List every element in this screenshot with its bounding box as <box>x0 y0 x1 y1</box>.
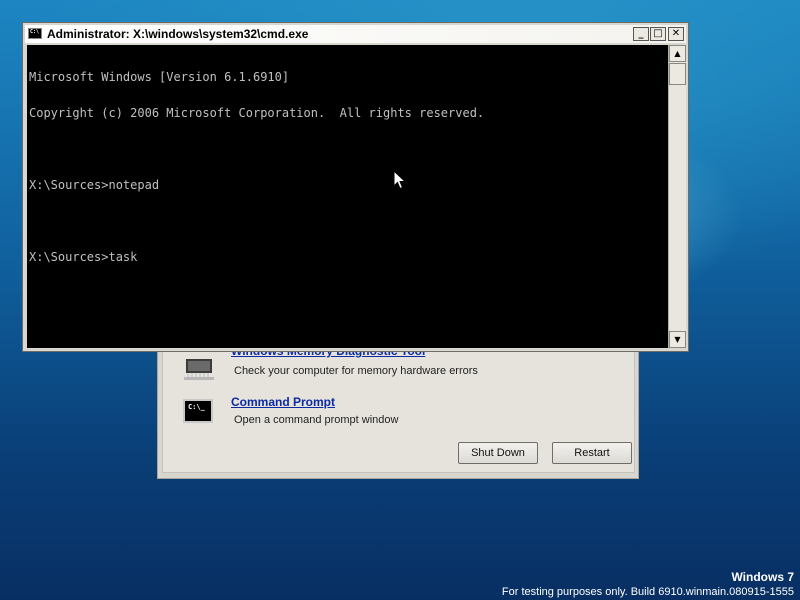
command-prompt-description: Open a command prompt window <box>234 414 399 426</box>
scroll-up-button[interactable]: ▲ <box>669 45 686 62</box>
command-prompt-icon-text: C:\_ <box>188 403 205 411</box>
command-prompt-link[interactable]: Command Prompt <box>231 395 335 409</box>
shut-down-button[interactable]: Shut Down <box>458 442 538 464</box>
windows-brand-text: Windows 7 <box>731 570 794 584</box>
build-info-text: For testing purposes only. Build 6910.wi… <box>501 586 794 598</box>
scroll-down-button[interactable]: ▼ <box>669 331 686 348</box>
close-icon: ✕ <box>671 28 681 39</box>
maximize-button[interactable]: □ <box>650 27 666 41</box>
system-recovery-dialog: Windows Memory Diagnostic Tool Check you… <box>157 340 639 479</box>
cmd-app-icon[interactable]: C:\ <box>28 28 42 39</box>
mouse-pointer-icon <box>393 170 407 190</box>
restart-button[interactable]: Restart <box>552 442 632 464</box>
cmd-title-bar[interactable]: C:\ Administrator: X:\windows\system32\c… <box>25 25 686 43</box>
cmd-window-title: Administrator: X:\windows\system32\cmd.e… <box>47 27 309 41</box>
memory-chip-icon[interactable] <box>183 351 215 383</box>
vertical-scrollbar[interactable]: ▲ ▼ <box>668 45 686 348</box>
console-line: Microsoft Windows [Version 6.1.6910] <box>29 70 290 84</box>
close-button[interactable]: ✕ <box>668 27 684 41</box>
recovery-tools-panel: Windows Memory Diagnostic Tool Check you… <box>162 341 635 473</box>
build-watermark: Windows 7 For testing purposes only. Bui… <box>502 570 794 598</box>
console-line: Copyright (c) 2006 Microsoft Corporation… <box>29 106 485 120</box>
scroll-up-arrow-icon: ▲ <box>674 49 681 58</box>
console-line: X:\Sources>task <box>29 250 138 264</box>
scroll-down-arrow-icon: ▼ <box>674 335 681 344</box>
console-line: X:\Sources>notepad <box>29 178 160 192</box>
maximize-icon: □ <box>653 28 663 39</box>
cmd-window[interactable]: C:\ Administrator: X:\windows\system32\c… <box>22 22 689 352</box>
scrollbar-thumb[interactable] <box>669 63 686 85</box>
console-output[interactable]: Microsoft Windows [Version 6.1.6910] Cop… <box>27 45 668 348</box>
cmd-app-icon-text: C:\ <box>30 29 40 35</box>
command-prompt-icon[interactable]: C:\_ <box>183 399 213 423</box>
memory-diagnostic-description: Check your computer for memory hardware … <box>234 365 478 377</box>
minimize-icon: _ <box>638 28 644 39</box>
minimize-button[interactable]: _ <box>633 27 649 41</box>
